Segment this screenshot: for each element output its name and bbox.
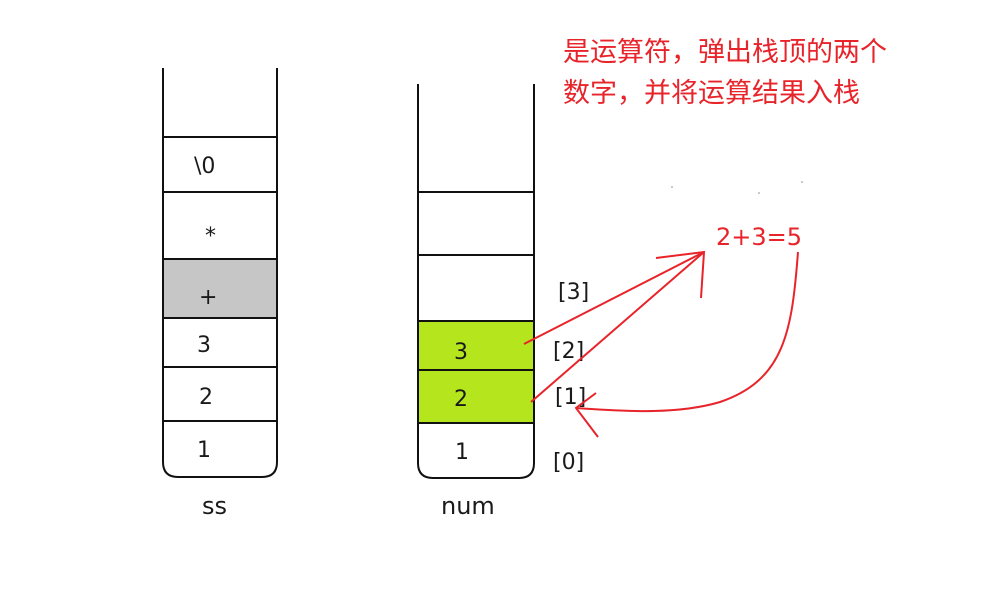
ss-cell-value: + xyxy=(199,285,217,310)
annotation-line-1: 是运算符，弹出栈顶的两个 xyxy=(563,37,887,68)
num-cell-value: 2 xyxy=(454,387,468,412)
equation-label: 2+3=5 xyxy=(716,223,802,251)
ss-cell-value: 1 xyxy=(197,438,211,463)
num-cell-highlight xyxy=(418,321,534,370)
annotation-line-2: 数字，并将运算结果入栈 xyxy=(563,78,860,109)
ss-cell-highlight xyxy=(163,259,277,318)
num-index-label: [3] xyxy=(558,280,589,305)
num-cell-value: 3 xyxy=(454,340,468,365)
stack-diagram: \0 * + 3 2 1 ss 3 2 1 num [3] [2] [1] [0… xyxy=(162,37,887,520)
num-cell-value: 1 xyxy=(455,440,469,465)
num-stack-label: num xyxy=(441,492,495,520)
ss-cell-value: 2 xyxy=(199,385,213,410)
ss-cell-value: 3 xyxy=(197,333,211,358)
speck xyxy=(758,192,760,194)
speck xyxy=(801,181,803,183)
ss-stack: \0 * + 3 2 1 ss xyxy=(162,68,278,520)
ss-stack-label: ss xyxy=(202,492,227,520)
num-index-label: [1] xyxy=(555,385,586,410)
ss-cell-value: * xyxy=(205,224,216,249)
speck xyxy=(671,186,673,188)
result-push-arrow xyxy=(575,251,799,413)
num-stack: 3 2 1 num [3] [2] [1] [0] xyxy=(417,84,589,520)
annotation: 是运算符，弹出栈顶的两个 数字，并将运算结果入栈 2+3=5 xyxy=(523,37,887,438)
num-cell-highlight xyxy=(418,370,534,423)
num-index-label: [0] xyxy=(553,450,584,475)
ss-cell-value: \0 xyxy=(194,154,215,179)
